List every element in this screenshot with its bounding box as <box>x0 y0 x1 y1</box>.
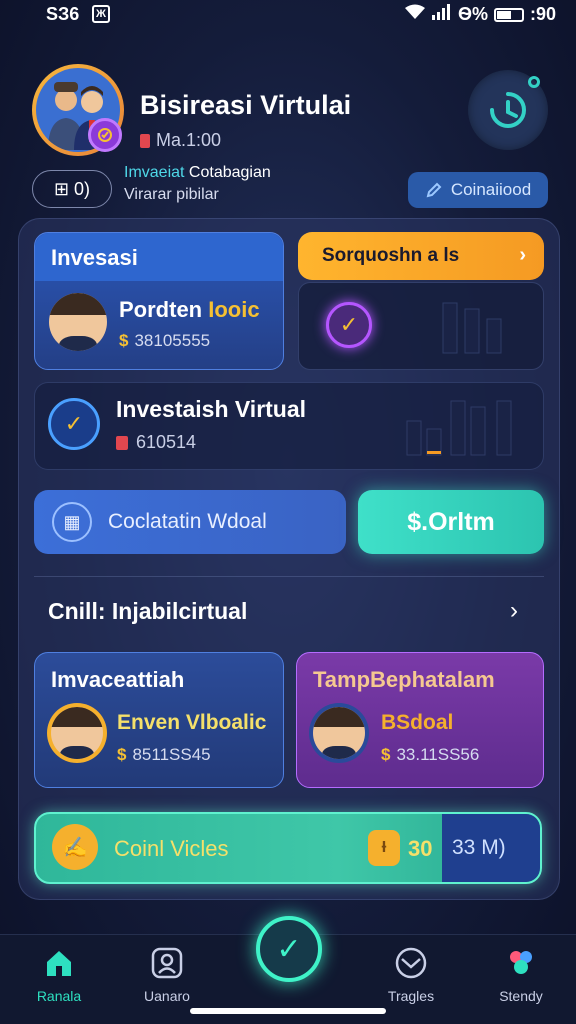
coin-icon: $ <box>119 331 129 350</box>
card-blue-avatar <box>47 703 107 763</box>
mini-bars-graphic <box>406 400 512 456</box>
check-icon: ✓ <box>276 932 302 966</box>
marker-icon <box>116 435 128 450</box>
notification-icon: Ж <box>92 5 110 23</box>
card-blue-name: Enven Vlboalic <box>117 711 267 734</box>
coin-icon: $ <box>117 745 127 764</box>
id-chip-text: ⊞ 0) <box>53 178 91 199</box>
profile-icon <box>150 946 184 980</box>
nav-label-profile: Uanaro <box>144 988 190 1004</box>
subtitle-text: Ma.1:00 <box>156 130 222 150</box>
confirm-button[interactable]: Coinaiiood <box>408 172 548 208</box>
investor-value-text: 38105555 <box>134 331 211 350</box>
portfolio-card-purple[interactable]: TampBephatalam BSdoal $ 33.11SS56 <box>296 652 544 788</box>
investor-name-highlight: Iooic <box>208 297 260 322</box>
row-value: 610514 <box>136 432 197 452</box>
signal-icon <box>431 4 452 25</box>
nav-item-study[interactable]: Stendy <box>476 946 566 1004</box>
investor-avatar <box>49 293 107 351</box>
chevron-right-icon: › <box>519 244 526 266</box>
home-indicator[interactable] <box>190 1008 386 1014</box>
check-icon: ✓ <box>48 398 100 450</box>
info-prefix: Imvaeiat <box>124 164 185 181</box>
nav-label-trades: Tragles <box>387 988 435 1004</box>
id-chip[interactable]: ⊞ 0) <box>32 170 112 208</box>
card-blue-value: $ 8511SS45 <box>117 745 211 765</box>
status-right: Ѳ% :90 <box>404 4 556 25</box>
amount-button-label: $.Orltm <box>407 507 495 536</box>
nav-item-trades[interactable]: Tragles <box>366 946 456 1004</box>
handshake-icon: ✍ <box>52 824 98 870</box>
amount-button[interactable]: $.Orltm <box>358 490 544 554</box>
clock-right: :90 <box>529 4 556 24</box>
investor-name-text: Pordten <box>119 297 203 322</box>
side-action-button[interactable]: Sorquoshn a ls › <box>298 232 544 280</box>
coin-icon: $ <box>381 745 391 764</box>
edit-icon <box>426 182 442 198</box>
info-line-2: Virarar pibilar <box>124 186 219 203</box>
row-title: Investaish Virtual <box>116 396 307 422</box>
investor-name: Pordten Iooic <box>119 297 260 323</box>
side-action-label: Sorquoshn a ls <box>322 245 460 266</box>
coin-bar-number-2: 33 M) <box>452 836 506 859</box>
card-blue-title: Imvaceattiah <box>51 667 185 692</box>
study-icon <box>504 946 538 980</box>
coin-bar-number: 30 <box>408 836 433 861</box>
page-title: Bisireasi Virtulai <box>140 90 352 120</box>
divider <box>34 576 544 577</box>
nav-item-home[interactable]: Ranala <box>14 946 104 1004</box>
coin-icon: Ɨ <box>368 830 400 866</box>
notification-dot-icon <box>528 76 540 88</box>
clock-icon <box>490 92 526 128</box>
invest-card[interactable]: Invesasi Pordten Iooic $ 38105555 <box>34 232 284 370</box>
card-purple-value-text: 33.11SS56 <box>396 745 480 764</box>
battery-percent: Ѳ% <box>457 4 488 24</box>
battery-icon <box>493 7 524 22</box>
section-title: Cnill: Injabilcirtual <box>48 598 248 624</box>
wifi-icon <box>404 4 426 25</box>
calculate-button-label: Coclatatin Wdoal <box>108 510 267 533</box>
subtitle: Ma.1:00 <box>140 130 221 151</box>
card-blue-value-text: 8511SS45 <box>132 745 211 764</box>
card-purple-avatar <box>309 703 369 763</box>
chevron-right-icon[interactable]: › <box>510 597 518 625</box>
trades-icon <box>394 946 428 980</box>
status-time: SЗ6 <box>46 4 80 24</box>
investor-value: $ 38105555 <box>119 331 210 351</box>
calculator-icon: ▦ <box>52 502 92 542</box>
home-icon <box>42 946 76 980</box>
info-line: Imvaeiat Cotabagian <box>124 164 271 182</box>
card-purple-name: BSdoal <box>381 711 454 734</box>
confirm-fab-button[interactable]: ✓ <box>256 916 322 982</box>
info-rest: Cotabagian <box>188 164 271 181</box>
marker-icon <box>140 133 150 148</box>
card-purple-value: $ 33.11SS56 <box>381 745 479 765</box>
confirm-button-label: Coinaiiood <box>450 180 532 199</box>
row-sub: 610514 <box>116 432 196 453</box>
nav-label-home: Ranala <box>36 988 82 1004</box>
nav-item-profile[interactable]: Uanaro <box>122 946 212 1004</box>
card-blue-face <box>51 707 103 759</box>
coin-bar-label: Coinl Vicles <box>114 836 229 861</box>
calculate-button[interactable]: ▦ Coclatatin Wdoal <box>34 490 346 554</box>
check-purple-icon[interactable]: ✓ <box>326 302 372 348</box>
nav-label-study: Stendy <box>499 988 543 1004</box>
portfolio-card-blue[interactable]: Imvaceattiah Enven Vlboalic $ 8511SS45 <box>34 652 284 788</box>
avatar-badge-icon <box>88 118 122 152</box>
card-purple-face <box>313 707 365 759</box>
invest-card-title: Invesasi <box>35 233 283 281</box>
bars-graphic <box>442 302 502 354</box>
card-purple-title: TampBephatalam <box>313 667 495 692</box>
